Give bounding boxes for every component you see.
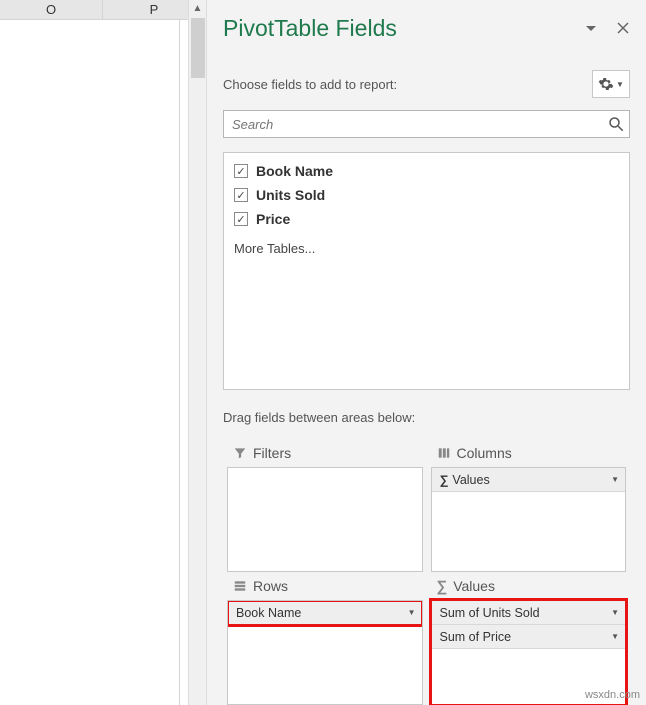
rows-area: Rows Book Name ▼ xyxy=(223,572,427,705)
area-item-label: Sum of Units Sold xyxy=(440,606,612,620)
sigma-icon: ∑ xyxy=(440,473,449,487)
worksheet-area[interactable]: O P ▲ xyxy=(0,0,206,705)
area-item[interactable]: ∑ Values ▼ xyxy=(432,468,626,492)
area-item[interactable]: Book Name ▼ xyxy=(228,601,422,625)
column-headers: O P xyxy=(0,0,206,20)
filter-icon xyxy=(233,446,247,460)
area-item-label: Values xyxy=(452,473,611,487)
area-item[interactable]: Sum of Units Sold ▼ xyxy=(432,601,626,625)
vertical-scrollbar[interactable]: ▲ xyxy=(188,0,206,705)
pane-options-icon[interactable] xyxy=(584,21,598,35)
choose-fields-label: Choose fields to add to report: xyxy=(223,77,397,92)
chevron-down-icon: ▼ xyxy=(611,608,619,617)
column-header-o[interactable]: O xyxy=(0,0,103,19)
rows-icon xyxy=(233,579,247,593)
area-item-label: Sum of Price xyxy=(440,630,612,644)
tools-button[interactable]: ▼ xyxy=(592,70,630,98)
fields-list: ✓ Book Name ✓ Units Sold ✓ Price More Ta… xyxy=(223,152,630,390)
close-icon[interactable] xyxy=(616,21,630,35)
drag-instructions-label: Drag fields between areas below: xyxy=(223,410,630,425)
columns-area: Columns ∑ Values ▼ xyxy=(427,439,631,572)
field-label: Units Sold xyxy=(256,187,325,203)
grid-body[interactable] xyxy=(0,20,180,705)
search-field[interactable] xyxy=(223,110,630,138)
chevron-down-icon: ▼ xyxy=(611,475,619,484)
values-area: ∑ Values Sum of Units Sold ▼ Sum of Pric… xyxy=(427,572,631,705)
area-item-label: Book Name xyxy=(236,606,408,620)
columns-drop-zone[interactable]: ∑ Values ▼ xyxy=(431,467,627,572)
chevron-down-icon: ▼ xyxy=(616,80,624,89)
field-label: Price xyxy=(256,211,290,227)
pane-title: PivotTable Fields xyxy=(223,15,397,42)
checkbox-checked-icon[interactable]: ✓ xyxy=(234,212,248,226)
search-input[interactable] xyxy=(224,111,601,137)
values-label: Values xyxy=(453,578,495,594)
scroll-up-button[interactable]: ▲ xyxy=(189,0,206,18)
pivottable-fields-pane: PivotTable Fields Choose fields to add t… xyxy=(206,0,646,705)
search-icon xyxy=(607,115,625,133)
rows-drop-zone[interactable]: Book Name ▼ xyxy=(227,600,423,705)
field-label: Book Name xyxy=(256,163,333,179)
area-item[interactable]: Sum of Price ▼ xyxy=(432,625,626,649)
columns-label: Columns xyxy=(457,445,512,461)
field-row[interactable]: ✓ Price xyxy=(234,207,619,231)
chevron-down-icon: ▼ xyxy=(408,608,416,617)
sigma-icon: ∑ xyxy=(437,578,448,595)
filters-area: Filters xyxy=(223,439,427,572)
field-row[interactable]: ✓ Book Name xyxy=(234,159,619,183)
watermark: wsxdn.com xyxy=(585,689,640,701)
chevron-down-icon: ▼ xyxy=(611,632,619,641)
gear-icon xyxy=(598,76,614,92)
columns-icon xyxy=(437,446,451,460)
checkbox-checked-icon[interactable]: ✓ xyxy=(234,188,248,202)
rows-label: Rows xyxy=(253,578,288,594)
field-row[interactable]: ✓ Units Sold xyxy=(234,183,619,207)
scroll-thumb[interactable] xyxy=(191,18,205,78)
more-tables-link[interactable]: More Tables... xyxy=(234,241,619,256)
checkbox-checked-icon[interactable]: ✓ xyxy=(234,164,248,178)
filters-label: Filters xyxy=(253,445,291,461)
filters-drop-zone[interactable] xyxy=(227,467,423,572)
